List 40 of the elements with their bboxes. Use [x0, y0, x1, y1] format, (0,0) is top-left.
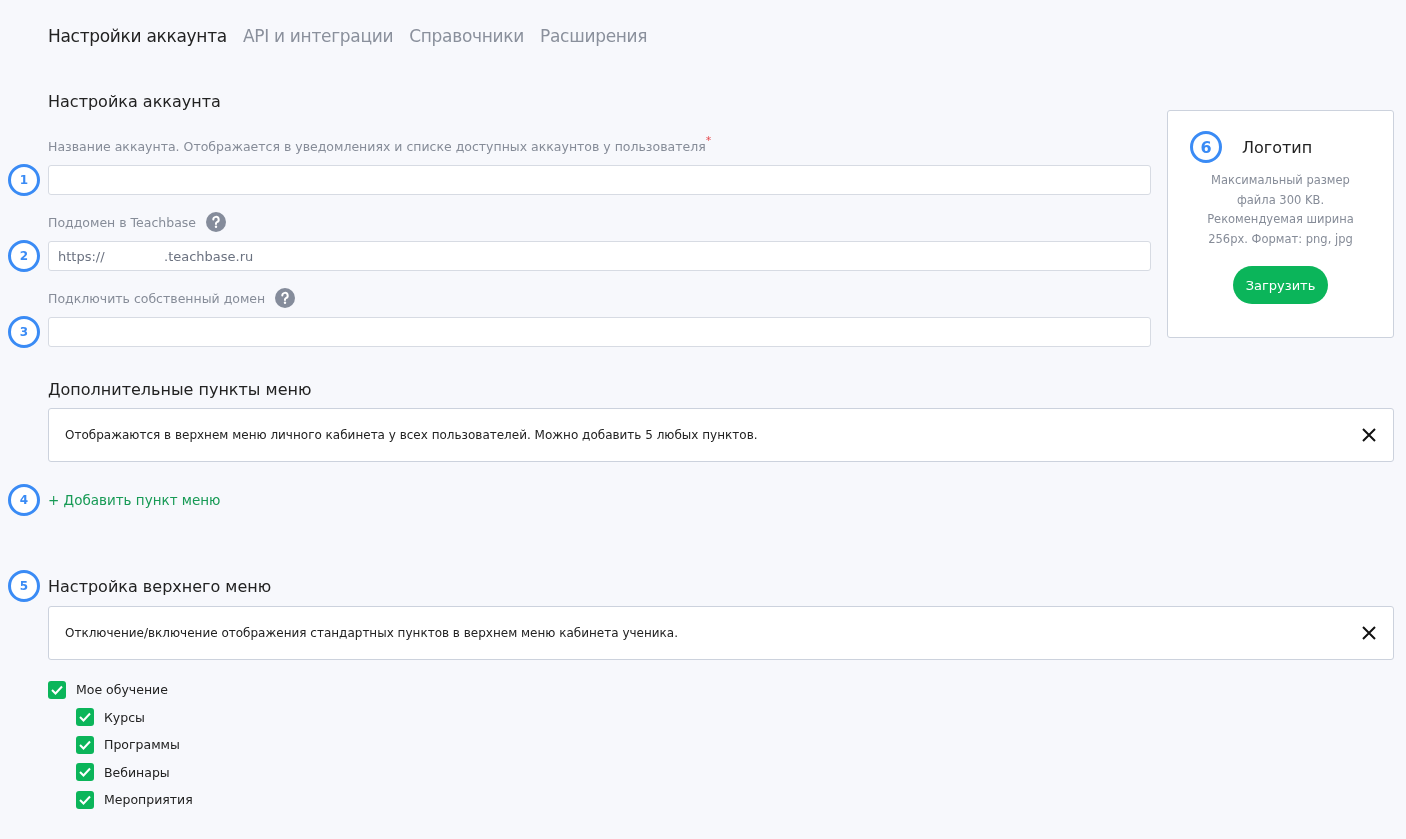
field-label: Поддомен в Teachbase — [48, 214, 197, 230]
input-field[interactable]: https:// .teachbase.ru — [48, 241, 1151, 271]
field-label: Подключить собственный домен — [48, 290, 266, 306]
tab[interactable]: Настройки аккаунта — [48, 16, 227, 56]
tab[interactable]: Справочники — [409, 16, 525, 56]
tab[interactable]: API и интеграции — [242, 16, 394, 56]
field-label: Название аккаунта. Отображается в уведомлениях и списке доступных аккаунтов у пользователя — [48, 138, 706, 154]
notice-text: Отображаются в верхнем меню личного кабинета у всех пользователей. Можно добавить 5 любых пунктов. — [65, 428, 758, 442]
required-asterisk: * — [705, 134, 712, 147]
close-icon[interactable] — [1361, 427, 1377, 443]
input-field[interactable] — [48, 165, 1151, 195]
card-title: Логотип — [1242, 137, 1313, 157]
checkbox[interactable] — [76, 763, 94, 782]
checkbox[interactable] — [48, 680, 66, 699]
step-number-badge: 6 — [1190, 131, 1222, 163]
input-field[interactable] — [48, 317, 1151, 347]
notice-text: Отключение/включение отображения стандартных пунктов в верхнем меню кабинета ученика. — [65, 626, 679, 640]
close-icon[interactable] — [1361, 625, 1377, 641]
checkbox-label: Курсы — [104, 709, 145, 725]
step-number-badge: 3 — [8, 316, 40, 348]
section-title: Настройка верхнего меню — [48, 576, 272, 596]
checkbox-label: Программы — [104, 737, 180, 753]
checkbox[interactable] — [76, 735, 94, 754]
section-title: Настройка аккаунта — [48, 92, 222, 111]
step-number-badge: 1 — [8, 164, 40, 196]
logo-requirements: Максимальный размер файла 300 KB. Рекомендуемая ширина 256px. Формат: png, jpg — [1206, 172, 1355, 248]
section-title: Дополнительные пункты меню — [48, 380, 313, 399]
help-icon[interactable] — [275, 288, 296, 308]
upload-button[interactable]: Загрузить — [1232, 266, 1329, 304]
step-number-badge: 2 — [8, 240, 40, 272]
checkbox-label: Мое обучение — [76, 682, 168, 698]
checkbox[interactable] — [76, 790, 94, 809]
step-number-badge: 4 — [8, 484, 40, 516]
tab[interactable]: Расширения — [540, 16, 648, 56]
help-icon[interactable] — [206, 212, 227, 232]
checkbox-label: Мероприятия — [104, 792, 193, 808]
step-number-badge: 5 — [8, 570, 40, 602]
checkbox[interactable] — [76, 708, 94, 727]
add-menu-item-link[interactable]: + Добавить пункт меню — [48, 492, 221, 508]
checkbox-label: Вебинары — [104, 764, 170, 780]
